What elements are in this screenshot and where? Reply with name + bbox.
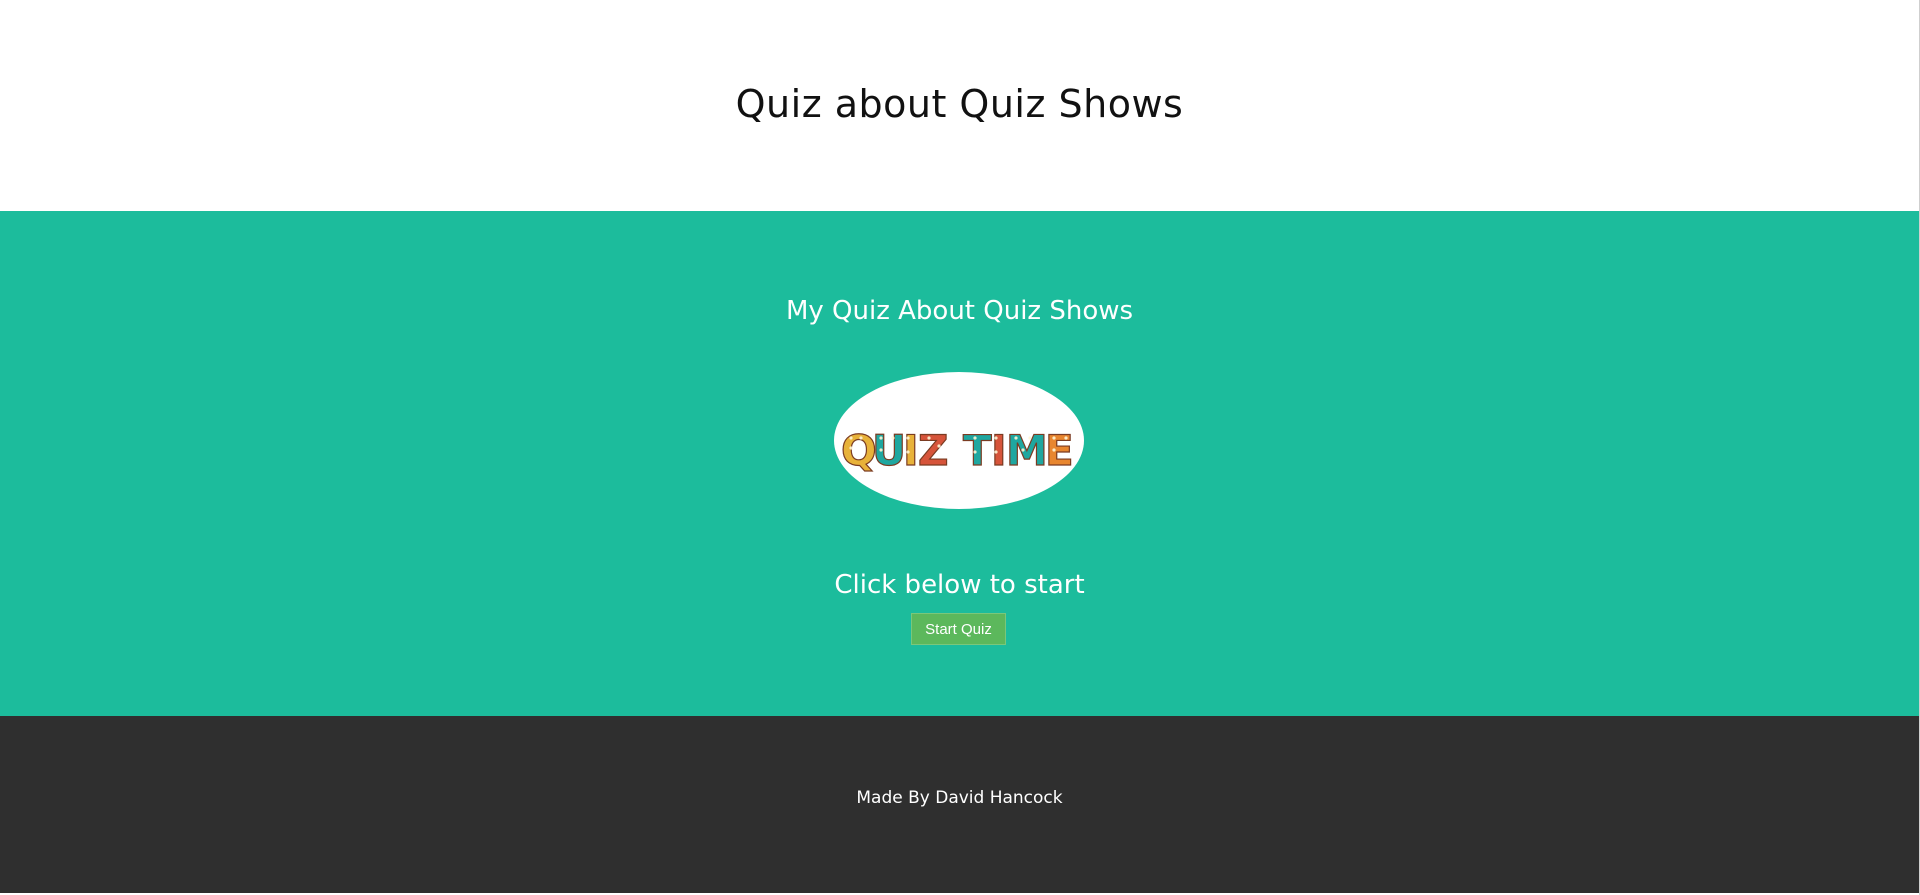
page-title: Quiz about Quiz Shows <box>735 81 1184 126</box>
site-footer: Made By David Hancock <box>0 716 1919 895</box>
hero-section: My Quiz About Quiz Shows Q U I Z T I M E <box>0 211 1919 716</box>
quiz-time-logo: Q U I Z T I M E <box>834 372 1084 509</box>
site-header: Quiz about Quiz Shows <box>0 0 1919 211</box>
start-quiz-button[interactable]: Start Quiz <box>911 613 1006 645</box>
logo-letter-e: E <box>1045 426 1074 475</box>
logo-letter-i: I <box>903 426 919 475</box>
logo-letter-m: M <box>1006 426 1048 475</box>
start-prompt: Click below to start <box>834 570 1085 600</box>
footer-credit: Made By David Hancock <box>856 788 1063 808</box>
hero-title: My Quiz About Quiz Shows <box>785 296 1134 326</box>
logo-letter-z: Z <box>918 426 948 475</box>
logo-letter-i2: I <box>991 426 1007 475</box>
logo-letter-u: U <box>872 426 906 475</box>
quiz-time-logo-image: Q U I Z T I M E <box>840 425 1074 475</box>
logo-letter-t: T <box>963 426 992 475</box>
page: Quiz about Quiz Shows My Quiz About Quiz… <box>0 0 1920 895</box>
